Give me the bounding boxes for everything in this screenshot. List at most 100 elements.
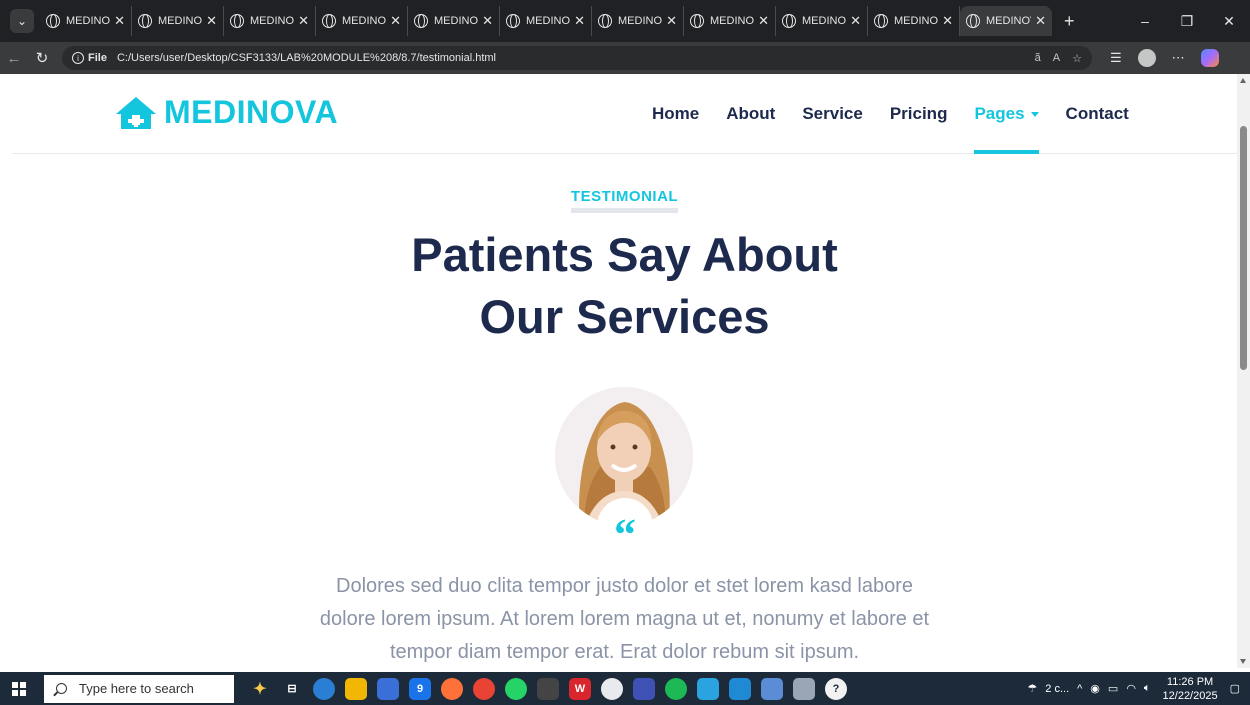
browser-tab[interactable]: MEDINOVA ✕ — [868, 6, 960, 36]
chrome-profile-icon[interactable] — [601, 677, 623, 700]
battery-icon[interactable]: ▭ — [1108, 682, 1118, 695]
address-bar[interactable]: i File C:/Users/user/Desktop/CSF3133/LAB… — [62, 46, 1092, 70]
browser-tab[interactable]: MEDINOVA ✕ — [592, 6, 684, 36]
close-tab-icon[interactable]: ✕ — [298, 13, 309, 29]
wifi-icon[interactable]: ◠ — [1126, 682, 1136, 695]
close-tab-icon[interactable]: ✕ — [666, 13, 677, 29]
favorites-list-icon[interactable]: ☰ — [1110, 50, 1122, 66]
page-scrollbar[interactable] — [1237, 74, 1250, 668]
browser-tab[interactable]: MEDINOVA ✕ — [408, 6, 500, 36]
restore-icon[interactable]: ❐ — [1166, 13, 1208, 30]
search-icon — [56, 683, 67, 694]
copilot-sparkle-icon[interactable]: ✦ — [249, 678, 271, 700]
close-tab-icon[interactable]: ✕ — [206, 13, 217, 29]
reload-icon[interactable]: ↻ — [28, 49, 56, 67]
mail-icon[interactable]: 9 — [409, 677, 431, 700]
scroll-down-icon[interactable] — [1240, 659, 1246, 664]
weather-icon[interactable]: ☂ — [1027, 682, 1037, 695]
browser-tab[interactable]: MEDINOVA ✕ — [776, 6, 868, 36]
scroll-up-icon[interactable] — [1240, 78, 1246, 83]
profile-avatar-icon[interactable] — [1137, 49, 1156, 67]
tab-title: MEDINOVA — [250, 15, 294, 27]
system-tray: ☂ 2 c... ^ ◉ ▭ ◠ 🔈︎ 11:26 PM 12/22/2025 … — [1023, 672, 1250, 705]
close-tab-icon[interactable]: ✕ — [482, 13, 493, 29]
close-tab-icon[interactable]: ✕ — [758, 13, 769, 29]
browser-tab[interactable]: MEDINOVA ✕ — [316, 6, 408, 36]
tab-title: MEDINOVA — [158, 15, 202, 27]
url-text[interactable]: C:/Users/user/Desktop/CSF3133/LAB%20MODU… — [117, 52, 1023, 64]
minimize-icon[interactable]: – — [1124, 13, 1166, 29]
nav-pricing[interactable]: Pricing — [890, 74, 948, 154]
code-editor-icon[interactable] — [633, 677, 655, 700]
clinic-house-icon — [116, 96, 156, 129]
brand-link[interactable]: MEDINOVA — [114, 94, 338, 131]
immersive-reader-icon[interactable]: ã — [1035, 52, 1041, 64]
nav-about[interactable]: About — [726, 74, 775, 154]
tray-overflow-icon[interactable]: ^ — [1077, 683, 1082, 695]
close-tab-icon[interactable]: ✕ — [114, 13, 125, 29]
help-icon[interactable]: ? — [825, 677, 847, 700]
globe-icon — [690, 14, 704, 28]
close-tab-icon[interactable]: ✕ — [390, 13, 401, 29]
edge-browser-icon[interactable] — [313, 677, 335, 700]
nav-pages[interactable]: Pages — [974, 74, 1039, 154]
notes-icon[interactable] — [761, 677, 783, 700]
back-arrow-icon[interactable]: ← — [0, 50, 28, 67]
store-icon[interactable] — [377, 677, 399, 700]
tab-title: MEDINOVA — [434, 15, 478, 27]
caret-down-icon — [1030, 111, 1039, 117]
nav-contact[interactable]: Contact — [1066, 74, 1129, 154]
wps-office-icon[interactable]: W — [569, 677, 591, 700]
scrollbar-thumb[interactable] — [1240, 126, 1247, 370]
spotify-icon[interactable] — [665, 677, 687, 700]
tab-title: MEDINOVA — [894, 15, 938, 27]
start-button[interactable] — [0, 681, 38, 696]
clock[interactable]: 11:26 PM 12/22/2025 — [1163, 675, 1218, 703]
browser-tab[interactable]: MEDINOVA ✕ — [40, 6, 132, 36]
browser-toolbar: ← ↻ i File C:/Users/user/Desktop/CSF3133… — [0, 42, 1250, 74]
tab-title: MEDINOVA — [802, 15, 846, 27]
browser-tab-strip: ⌄ MEDINOVA ✕ MEDINOVA ✕ MEDINOVA ✕ MEDINOVA ✕ ME… — [0, 0, 1250, 42]
globe-icon — [322, 14, 336, 28]
telegram-icon[interactable] — [697, 677, 719, 700]
paint-icon[interactable] — [793, 677, 815, 700]
browser-tab[interactable]: MEDINOVA ✕ — [132, 6, 224, 36]
whatsapp-icon[interactable] — [505, 677, 527, 700]
copilot-icon[interactable] — [1200, 49, 1219, 67]
tab-actions-menu-button[interactable]: ⌄ — [10, 9, 34, 33]
info-icon[interactable]: i — [72, 52, 84, 64]
nav-service[interactable]: Service — [802, 74, 863, 154]
browser-tab[interactable]: MEDINOVA ✕ — [224, 6, 316, 36]
new-tab-button[interactable]: + — [1064, 11, 1075, 32]
app-icon[interactable] — [537, 677, 559, 700]
network-icon[interactable]: ◉ — [1090, 682, 1100, 695]
close-tab-icon[interactable]: ✕ — [574, 13, 585, 29]
more-options-icon[interactable]: ⋯ — [1172, 50, 1185, 66]
file-explorer-icon[interactable] — [345, 677, 367, 700]
chrome-icon[interactable] — [473, 677, 495, 700]
close-tab-icon[interactable]: ✕ — [850, 13, 861, 29]
taskbar-search[interactable]: Type here to search — [44, 674, 234, 703]
tab-title: MEDINOVA — [618, 15, 662, 27]
browser-tab[interactable]: MEDINOVA ✕ — [960, 6, 1052, 36]
nav-home[interactable]: Home — [652, 74, 699, 154]
globe-icon — [138, 14, 152, 28]
browser-tab[interactable]: MEDINOVA ✕ — [684, 6, 776, 36]
weather-text[interactable]: 2 c... — [1045, 683, 1069, 695]
edge-dev-icon[interactable] — [729, 677, 751, 700]
browser-tab[interactable]: MEDINOVA ✕ — [500, 6, 592, 36]
globe-icon — [46, 14, 60, 28]
close-tab-icon[interactable]: ✕ — [1035, 13, 1046, 29]
close-window-icon[interactable]: ✕ — [1208, 13, 1250, 30]
site-navbar: MEDINOVA Home About Service Pricing Pages Con… — [12, 74, 1237, 154]
globe-icon — [782, 14, 796, 28]
firefox-icon[interactable] — [441, 677, 463, 700]
task-view-icon[interactable]: ⊟ — [281, 678, 303, 700]
close-tab-icon[interactable]: ✕ — [942, 13, 953, 29]
notifications-icon[interactable]: ▢ — [1230, 682, 1240, 695]
favorite-star-icon[interactable]: ☆ — [1072, 52, 1082, 65]
read-aloud-icon[interactable]: A — [1053, 52, 1060, 64]
tab-title: MEDINOVA — [342, 15, 386, 27]
globe-icon — [230, 14, 244, 28]
volume-icon[interactable]: 🔈︎ — [1144, 682, 1151, 695]
